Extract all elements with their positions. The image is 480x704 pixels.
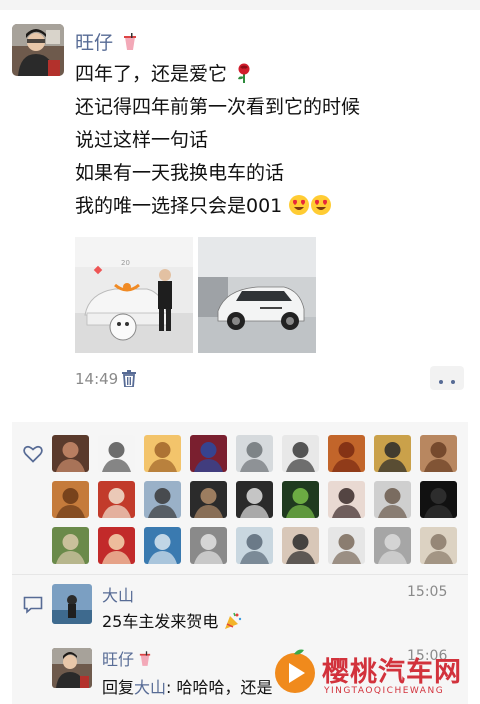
liker-avatar[interactable] (190, 435, 227, 472)
post-line: 说过这样一句话 (75, 129, 209, 151)
comment-time: 15:05 (407, 584, 448, 600)
play-logo-icon (270, 646, 320, 696)
comment-author[interactable]: 旺仔 (102, 646, 151, 670)
liker-avatar[interactable] (144, 481, 181, 518)
liker-avatar[interactable] (144, 435, 181, 472)
liker-avatar[interactable] (374, 481, 411, 518)
liker-avatar[interactable] (282, 481, 319, 518)
watermark-title: 樱桃汽车网 (322, 657, 462, 688)
liker-avatar[interactable] (328, 481, 365, 518)
comment-avatar[interactable] (52, 648, 92, 688)
liker-avatar[interactable] (98, 481, 135, 518)
liker-avatar[interactable] (420, 527, 457, 564)
post-line: 我的唯一选择只会是001 (75, 190, 465, 223)
liker-avatar[interactable] (190, 481, 227, 518)
liker-avatar[interactable] (282, 435, 319, 472)
comment-text: 回复大山: 哈哈哈，还是 (102, 678, 273, 697)
party-popper-emoji (223, 611, 243, 631)
comment-icon (23, 596, 43, 614)
post-line: 四年了，还是爱它 (75, 58, 465, 91)
liker-avatar[interactable] (420, 481, 457, 518)
heart-eyes-emoji (288, 194, 310, 216)
liker-avatar[interactable] (374, 527, 411, 564)
liker-avatar[interactable] (144, 527, 181, 564)
post-content: 四年了，还是爱它 还记得四年前第一次看到它的时候 说过这样一句话 如果有一天我换… (75, 58, 465, 223)
drink-emoji (123, 33, 137, 51)
watermark-subtitle: YINGTAOQICHEWANG (324, 686, 445, 696)
divider (12, 574, 468, 575)
heart-eyes-emoji (310, 194, 332, 216)
liker-avatar[interactable] (374, 435, 411, 472)
liker-avatar[interactable] (328, 527, 365, 564)
post-line: 还记得四年前第一次看到它的时候 (75, 96, 361, 118)
liker-avatar[interactable] (282, 527, 319, 564)
post-author-name[interactable]: 旺仔 (75, 28, 137, 55)
liker-avatar[interactable] (52, 481, 89, 518)
reply-mention[interactable]: 大山 (134, 678, 166, 697)
comment-text: 25车主发来贺电 (102, 608, 243, 632)
top-bar (0, 0, 480, 10)
liker-avatar[interactable] (420, 435, 457, 472)
post-time: 14:49 (75, 370, 119, 388)
site-watermark: 樱桃汽车网 YINGTAOQICHEWANG (270, 646, 480, 704)
post-author-avatar[interactable] (12, 24, 64, 76)
post-photo-1[interactable]: 20 (75, 237, 193, 353)
photo-plate-text: 20 (121, 259, 130, 267)
trash-icon[interactable] (122, 370, 136, 388)
liker-avatar[interactable] (236, 435, 273, 472)
heart-icon (23, 445, 43, 463)
post-photo-2[interactable] (198, 237, 316, 353)
liker-avatar[interactable] (190, 527, 227, 564)
liker-avatar[interactable] (52, 435, 89, 472)
drink-emoji (139, 651, 151, 667)
liker-avatar[interactable] (236, 481, 273, 518)
liker-avatar[interactable] (328, 435, 365, 472)
liker-avatar[interactable] (98, 435, 135, 472)
liker-avatar[interactable] (236, 527, 273, 564)
comment-avatar[interactable] (52, 584, 92, 624)
rose-icon (233, 62, 255, 84)
comment-author[interactable]: 大山 (102, 582, 134, 606)
liker-avatar[interactable] (52, 527, 89, 564)
liker-avatar[interactable] (98, 527, 135, 564)
more-actions-button[interactable] (430, 366, 464, 390)
more-icon (439, 369, 455, 388)
post-line: 如果有一天我换电车的话 (75, 162, 285, 184)
